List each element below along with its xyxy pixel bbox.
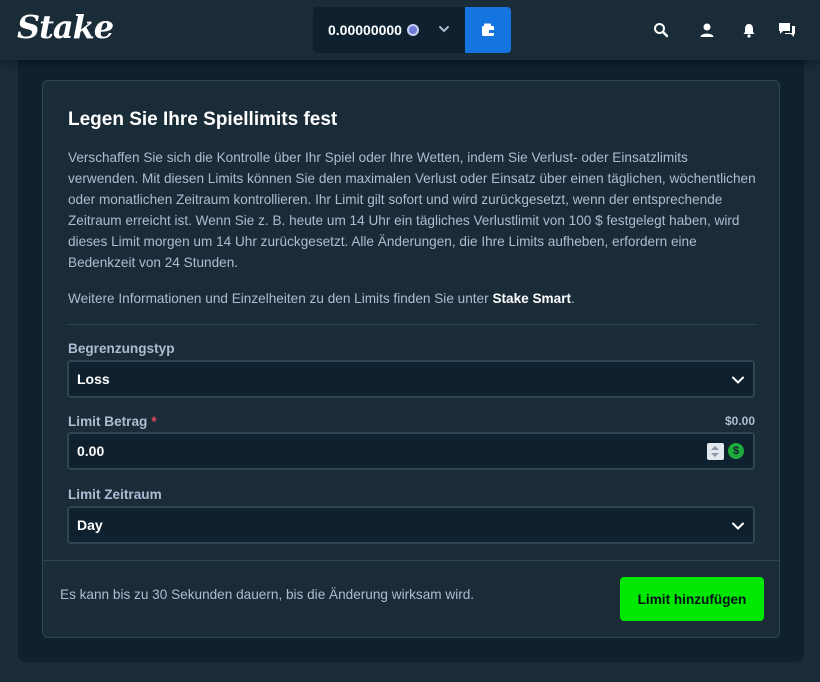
chat-icon [779,23,795,37]
limit-amount-label-text: Limit Betrag [68,414,148,429]
divider [68,324,756,325]
notifications-button[interactable] [739,20,759,40]
stake-smart-link[interactable]: Stake Smart [492,291,571,306]
dollar-currency-icon: $ [728,443,744,459]
required-marker: * [151,414,157,429]
limit-amount-input[interactable]: 0.00 $ [67,432,755,470]
currency-coin-icon [406,24,419,36]
stake-logo[interactable]: Stake [17,8,114,46]
limit-period-select[interactable]: Day [67,506,755,544]
limit-type-value: Loss [77,371,110,387]
gambling-limits-card: Legen Sie Ihre Spiellimits fest Verschaf… [42,80,780,638]
limit-period-label: Limit Zeitraum [68,487,162,502]
wallet-balance-selector[interactable]: 0.00000000 [313,7,465,53]
limit-period-value: Day [77,517,103,533]
more-info-suffix: . [571,291,575,306]
limits-description: Verschaffen Sie sich die Kontrolle über … [68,150,756,270]
chat-button[interactable] [777,20,797,40]
more-info-text: Weitere Informationen und Einzelheiten z… [68,288,768,309]
wallet-button[interactable] [465,7,511,53]
wallet-balance: 0.00000000 [328,22,402,38]
wallet-icon [482,23,494,36]
limit-footnote: Es kann bis zu 30 Sekunden dauern, bis d… [60,587,475,602]
search-icon [654,23,669,38]
bell-icon [743,24,755,38]
chevron-down-icon [439,26,449,33]
user-icon [700,23,714,37]
limit-amount-label: Limit Betrag * [68,414,157,429]
chevron-down-icon [732,376,744,384]
more-info-prefix: Weitere Informationen und Einzelheiten z… [68,291,493,306]
limit-amount-max: $0.00 [724,414,755,428]
footer-divider [43,560,779,561]
profile-button[interactable] [697,20,717,40]
limit-type-select[interactable]: Loss [67,360,755,398]
limit-type-label: Begrenzungstyp [68,341,175,356]
add-limit-button[interactable]: Limit hinzufügen [620,577,764,621]
top-navigation-bar: Stake 0.00000000 [0,0,820,60]
search-button[interactable] [651,20,671,40]
limit-amount-value: 0.00 [77,443,105,459]
page-title: Legen Sie Ihre Spiellimits fest [68,109,338,130]
chevron-down-icon [732,522,744,530]
amount-stepper[interactable] [707,443,724,460]
